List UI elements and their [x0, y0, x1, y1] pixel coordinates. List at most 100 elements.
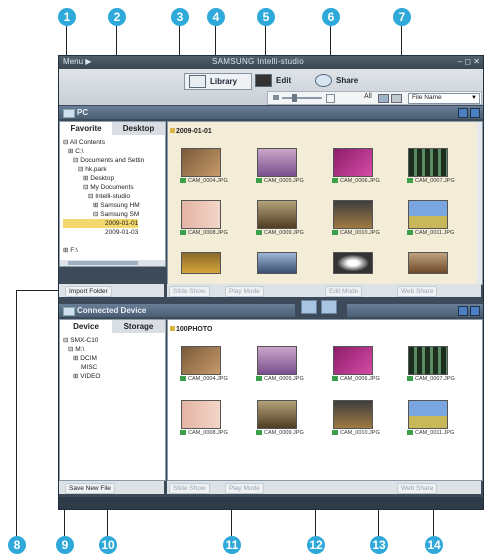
thumbnail[interactable] [257, 252, 297, 274]
play-mode-button[interactable]: Play Mode [225, 483, 264, 494]
maximize-icon[interactable] [470, 108, 480, 118]
sort-dropdown[interactable]: File Name ▼ [408, 93, 480, 104]
edit-mode-bottom-button[interactable]: Edit Mode [325, 286, 363, 297]
zoom-in-icon[interactable] [326, 94, 335, 103]
menu-button[interactable]: Menu ▶ [63, 57, 91, 66]
minimize-icon[interactable] [458, 306, 468, 316]
file-name: CAM_0011.JPG [407, 430, 454, 436]
callout-6: 6 [322, 8, 340, 26]
tree-item[interactable]: ⊞ C:\ [63, 147, 144, 156]
thumbnail[interactable] [333, 252, 373, 274]
tree-item[interactable]: ⊞ DCIM [63, 354, 100, 363]
thumbnail[interactable] [408, 400, 448, 429]
thumbnail[interactable] [408, 148, 448, 177]
device-folder-panel: Device Storage ⊟ SMX-C10 ⊟ M:\ ⊞ DCIM MI… [59, 319, 166, 481]
status-bar [59, 497, 483, 509]
thumbnail[interactable] [333, 200, 373, 229]
file-name: CAM_0009.JPG [256, 230, 304, 236]
window-controls[interactable]: – ◻ ✕ [458, 57, 480, 66]
maximize-icon[interactable] [470, 306, 480, 316]
thumbnail[interactable] [181, 200, 221, 229]
file-name: CAM_0006.JPG [332, 376, 380, 382]
photo-filter-icon[interactable] [378, 94, 389, 103]
tab-favorite[interactable]: Favorite [60, 122, 113, 135]
tree-item[interactable]: ⊟ Intelli-studio [63, 192, 144, 201]
tree-item[interactable]: ⊟ M:\ [63, 345, 100, 354]
thumbnail[interactable] [408, 252, 448, 274]
device-thumbnail-area: 100PHOTO CAM_0004.JPG CAM_0005.JPG CAM_0… [167, 319, 483, 481]
library-mode-button[interactable]: Library [184, 73, 252, 90]
thumbnail[interactable] [257, 346, 297, 375]
tab-storage[interactable]: Storage [112, 320, 166, 333]
thumbnail[interactable] [181, 148, 221, 177]
edit-label: Edit [276, 76, 292, 85]
file-name: CAM_0011.JPG [407, 230, 454, 236]
web-share-button[interactable]: Web Share [397, 483, 438, 494]
web-share-button[interactable]: Web Share [397, 286, 438, 297]
slider-handle[interactable] [292, 94, 297, 102]
tree-item[interactable]: ⊞ VIDEO [63, 372, 100, 381]
share-icon [315, 74, 332, 88]
download-arrow-icon[interactable] [321, 300, 337, 314]
share-label: Share [336, 76, 359, 85]
tree-item[interactable]: ⊞ F:\ [63, 246, 144, 255]
import-folder-button[interactable]: Import Folder [65, 286, 112, 297]
slide-show-button[interactable]: Slide Show [169, 483, 210, 494]
save-new-file-button[interactable]: Save New File [65, 483, 115, 494]
thumbnail-size-slider[interactable] [282, 97, 322, 99]
pc-pane-buttons[interactable] [456, 108, 480, 122]
tab-device[interactable]: Device [60, 320, 113, 333]
device-pane-buttons[interactable] [456, 306, 480, 320]
file-name: CAM_0006.JPG [332, 178, 380, 184]
thumbnail[interactable] [257, 200, 297, 229]
edit-icon [255, 74, 272, 88]
edit-mode-button[interactable]: Edit [255, 73, 291, 88]
thumbnail[interactable] [333, 346, 373, 375]
pc-pane-title: PC [77, 108, 89, 117]
tree-item[interactable]: ⊟ hk.park [63, 165, 144, 174]
upload-arrow-icon[interactable] [301, 300, 317, 314]
pc-folder-tree: ⊟ All Contents ⊞ C:\ ⊟ Documents and Set… [63, 138, 144, 255]
tree-item[interactable]: ⊟ SMX-C10 [63, 336, 100, 345]
tree-item[interactable]: ⊟ All Contents [63, 138, 144, 147]
tree-item[interactable]: ⊟ Samsung SM [63, 210, 144, 219]
share-mode-button[interactable]: Share [315, 73, 358, 88]
device-folder-title: 100PHOTO [176, 326, 213, 333]
thumbnail[interactable] [181, 346, 221, 375]
mode-bar: Library Edit Share All File Name ▼ [59, 69, 483, 105]
tree-item[interactable]: 2009-01-01 [63, 219, 139, 228]
thumbnail[interactable] [408, 200, 448, 229]
pc-bottombar: Slide Show Play Mode Edit Mode Web Share [167, 284, 481, 297]
tree-item[interactable]: ⊞ Samsung HM [63, 201, 144, 210]
callout-5: 5 [257, 8, 275, 26]
leader-8 [16, 290, 17, 536]
play-mode-button[interactable]: Play Mode [225, 286, 264, 297]
tree-item[interactable]: MISC [63, 363, 100, 372]
thumbnail[interactable] [333, 400, 373, 429]
callout-10: 10 [99, 536, 117, 554]
minimize-icon[interactable] [458, 108, 468, 118]
video-filter-icon[interactable] [391, 94, 402, 103]
folder-icon [170, 326, 175, 331]
scroll-thumb[interactable] [68, 261, 138, 265]
thumbnail[interactable] [257, 400, 297, 429]
thumbnail[interactable] [181, 252, 221, 274]
thumbnail[interactable] [181, 400, 221, 429]
thumbnail[interactable] [408, 346, 448, 375]
horizontal-scrollbar[interactable] [60, 260, 165, 266]
tree-item[interactable]: ⊟ Documents and Settin [63, 156, 144, 165]
callout-8: 8 [8, 536, 26, 554]
slide-show-button[interactable]: Slide Show [169, 286, 210, 297]
thumbnail[interactable] [333, 148, 373, 177]
callout-9: 9 [56, 536, 74, 554]
tab-desktop[interactable]: Desktop [112, 122, 166, 135]
zoom-out-icon[interactable] [273, 95, 279, 100]
device-bottombar: Slide Show Play Mode Web Share [167, 481, 481, 494]
tree-item[interactable]: 2009-01-03 [63, 228, 144, 237]
all-filter-button[interactable]: All [364, 93, 372, 100]
tree-item[interactable]: ⊟ My Documents [63, 183, 144, 192]
file-name: CAM_0004.JPG [180, 178, 228, 184]
tree-item[interactable]: ⊞ Desktop [63, 174, 144, 183]
thumbnail[interactable] [257, 148, 297, 177]
vertical-scrollbar[interactable] [477, 122, 482, 284]
